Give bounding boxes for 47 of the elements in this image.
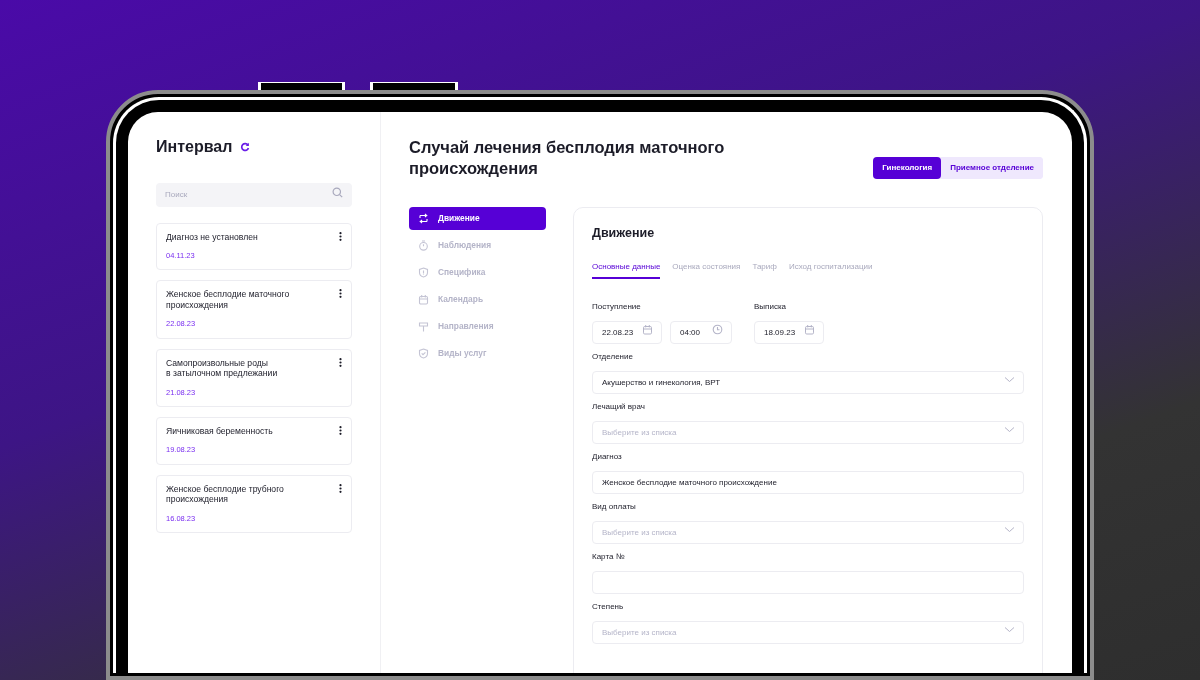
field-label: Выписка [754,301,787,313]
refresh-icon[interactable] [240,141,251,152]
chevron-down-icon [1004,524,1015,535]
kebab-menu-icon[interactable] [339,357,342,367]
field-label: Диагноз [592,451,623,463]
page-title: Случай лечения бесплодия маточного происхождения [409,137,726,179]
select-field[interactable]: Акушерство и гинекология, ВРТ [592,371,1024,394]
nav-item[interactable]: Движение [409,207,546,230]
case-title: Диагноз не установлен [166,231,258,243]
case-title: Женское бесплодие трубного происхождения [166,483,284,505]
chevron-down-icon [1004,624,1015,635]
kebab-menu-icon[interactable] [339,425,342,435]
date-field[interactable]: 18.09.23 [754,321,824,344]
stopwatch-icon [418,240,429,251]
arrows-icon [418,213,429,224]
shield-icon [418,267,429,278]
case-title: Самопроизвольные роды в затылочном предлежании [166,357,278,379]
calendar-icon [418,294,429,305]
field-label: Поступление [592,301,642,313]
kebab-menu-icon[interactable] [339,483,342,493]
case-title: Яичниковая беременность [166,425,273,437]
sidebar-title: Интервал [156,137,233,157]
date-field[interactable]: 22.08.23 [592,321,662,344]
field-label: Отделение [592,351,634,363]
case-title: Женское бесплодие маточного происхождения [166,289,290,311]
select-field[interactable]: Выберите из списка [592,621,1024,644]
signpost-icon [418,321,429,332]
department-tab[interactable]: Гинекология [873,157,942,179]
select-field[interactable]: Выберите из списка [592,521,1024,544]
search-field[interactable]: Поиск [156,182,352,207]
form-tab[interactable]: Основные данные [592,261,661,279]
field-label: Лечащий врач [592,401,646,413]
input-field[interactable]: Женское бесплодие маточного происхождение [592,471,1024,494]
time-field[interactable]: 04:00 [670,321,732,344]
shield-check-icon [418,348,429,359]
field-label: Степень [592,601,625,613]
field-label: Вид оплаты [592,501,637,513]
kebab-menu-icon[interactable] [339,231,342,241]
calendar-icon [642,324,653,335]
kebab-menu-icon[interactable] [339,289,342,299]
clock-icon [712,324,723,335]
select-field[interactable]: Выберите из списка [592,421,1024,444]
form-title: Движение [592,226,656,241]
calendar-icon [804,324,815,335]
chevron-down-icon [1004,424,1015,435]
chevron-down-icon [1004,374,1015,385]
field-label: Карта № [592,551,626,563]
